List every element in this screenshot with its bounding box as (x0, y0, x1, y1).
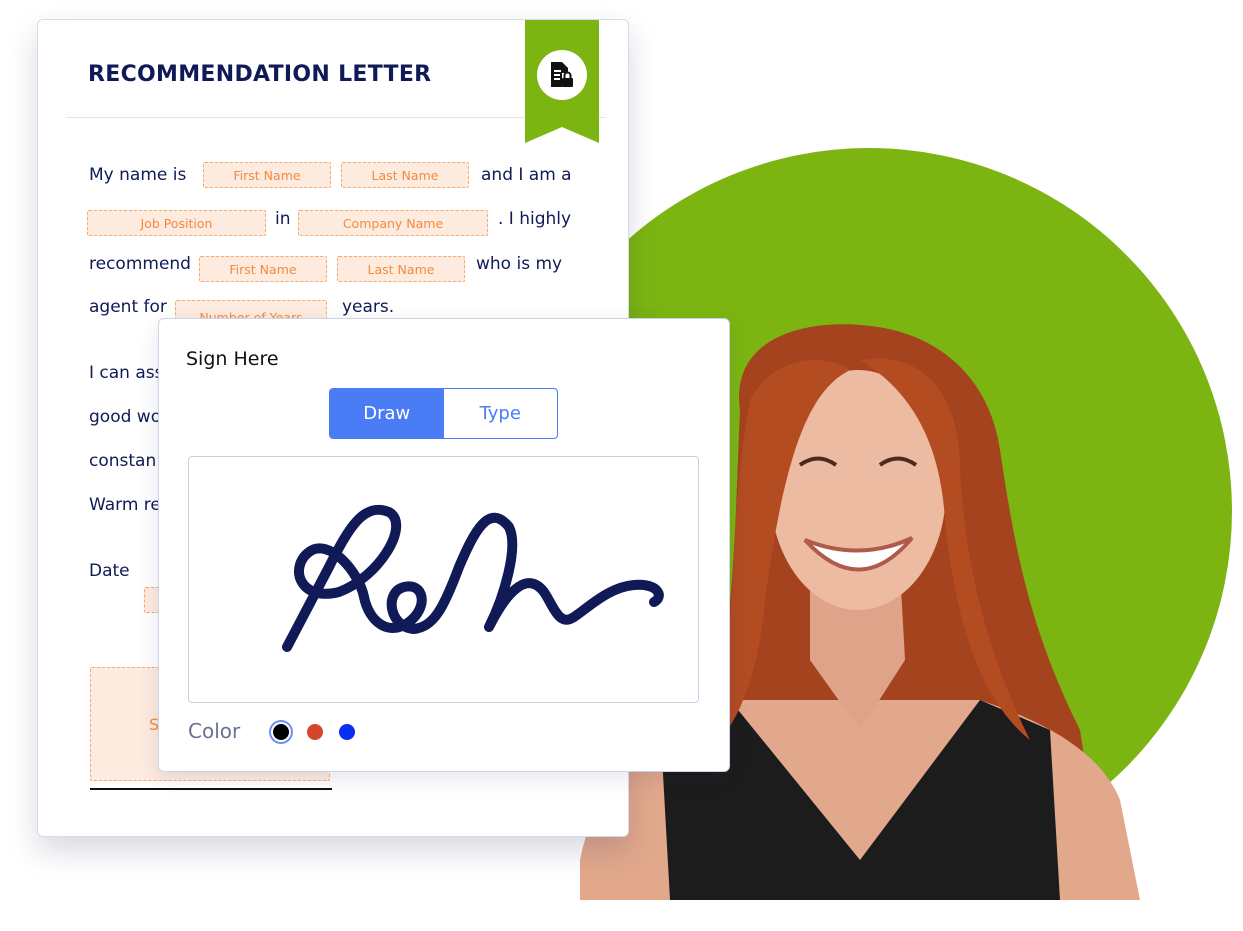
text-my-name-is: My name is (89, 165, 187, 185)
text-agent-for: agent for (89, 297, 167, 317)
text-paragraph-line-2: good wo (89, 407, 162, 427)
text-in: in (275, 209, 291, 229)
document-title: RECOMMENDATION LETTER (88, 62, 432, 87)
signature-line (90, 788, 332, 790)
tab-draw[interactable]: Draw (330, 389, 444, 438)
text-and-i-am-a: and I am a (481, 165, 572, 185)
color-swatch-black[interactable] (273, 724, 289, 740)
color-swatch-blue[interactable] (339, 724, 355, 740)
sign-here-modal: Sign Here Draw Type Color (158, 318, 730, 772)
job-position-field[interactable]: Job Position (87, 210, 266, 236)
first-name-field-2[interactable]: First Name (199, 256, 327, 282)
color-label: Color (188, 719, 241, 743)
text-i-highly: . I highly (498, 209, 572, 229)
company-name-field[interactable]: Company Name (298, 210, 488, 236)
text-paragraph-line-1: I can ass (89, 363, 164, 383)
first-name-field[interactable]: First Name (203, 162, 331, 188)
text-years: years. (342, 297, 395, 317)
text-recommend: recommend (89, 254, 191, 274)
text-warm-regards: Warm re (89, 495, 161, 515)
signature-mode-tabs: Draw Type (329, 388, 558, 439)
text-paragraph-line-3: constan (89, 451, 157, 471)
drawn-signature (282, 504, 664, 652)
last-name-field-2[interactable]: Last Name (337, 256, 465, 282)
tab-type[interactable]: Type (444, 389, 558, 438)
modal-title: Sign Here (186, 348, 279, 370)
signature-drawing-pad[interactable] (188, 456, 699, 703)
text-who-is-my: who is my (476, 254, 563, 274)
secure-document-lock-icon (537, 50, 587, 100)
color-swatch-red[interactable] (307, 724, 323, 740)
ribbon-bookmark (525, 20, 599, 143)
last-name-field[interactable]: Last Name (341, 162, 469, 188)
text-date: Date (89, 561, 130, 581)
